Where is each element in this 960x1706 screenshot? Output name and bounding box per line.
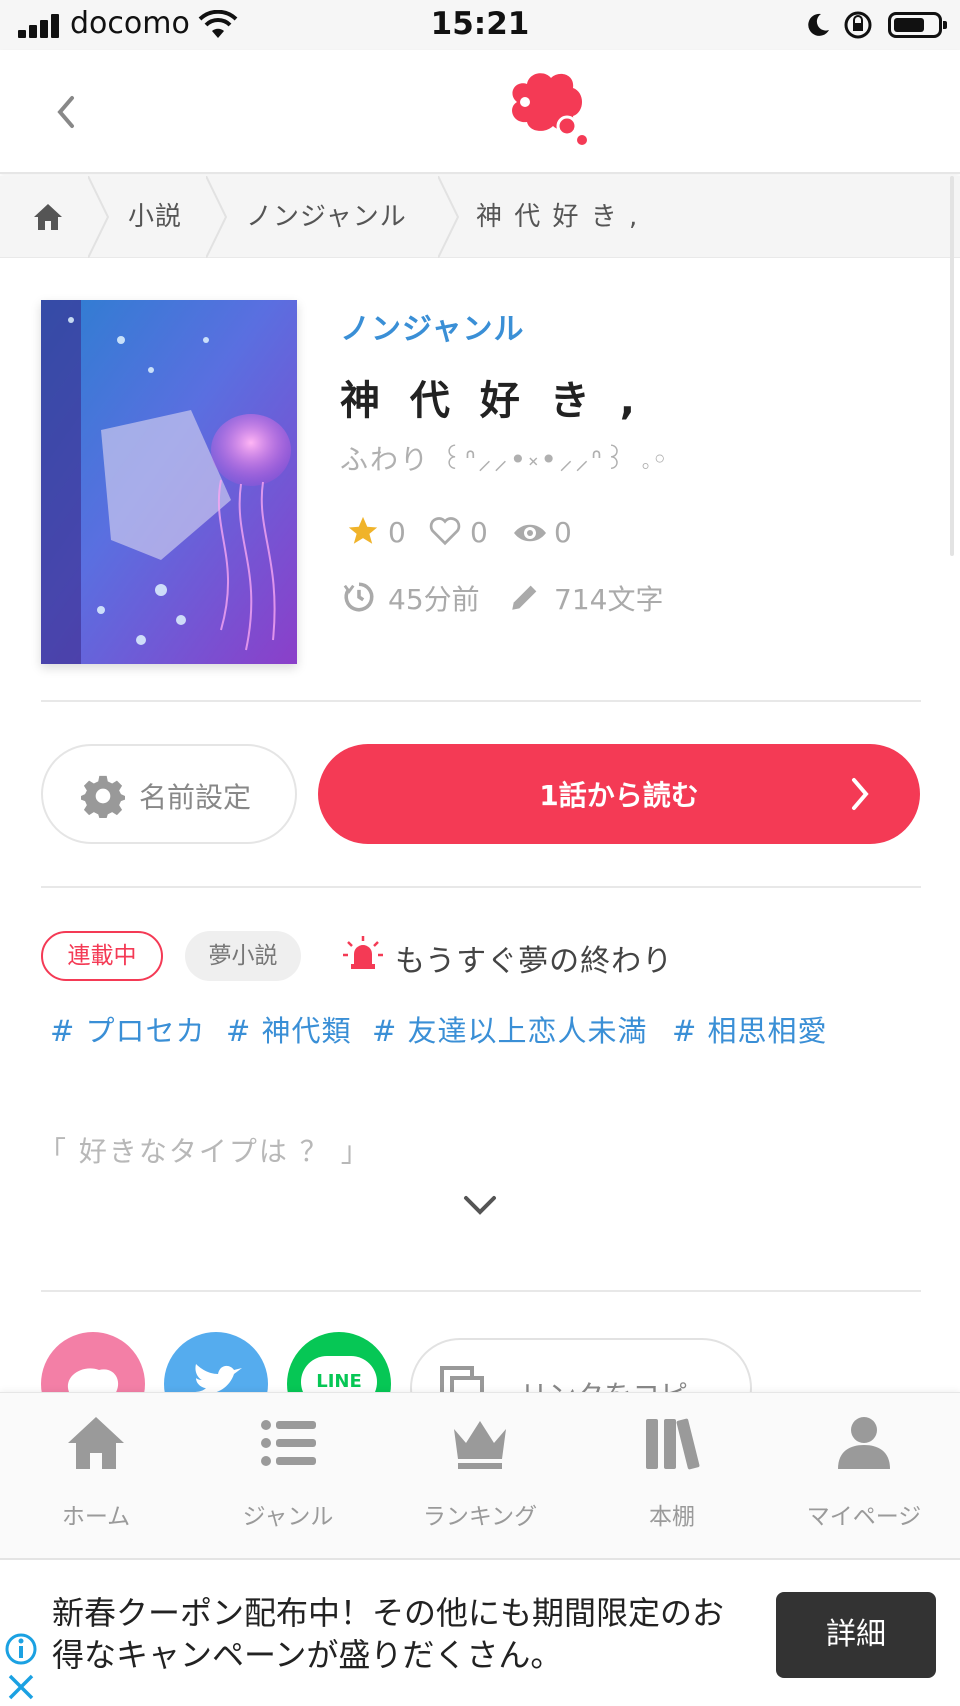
- eye-icon: [514, 524, 546, 542]
- cover-illustration: [41, 300, 297, 664]
- app-header: [0, 50, 960, 174]
- novel-title: 神 代 好 き ,: [340, 378, 643, 424]
- genre-link[interactable]: ノンジャンル: [340, 304, 525, 348]
- star-icon: [348, 516, 378, 544]
- tab-genre[interactable]: ジャンル: [192, 1393, 384, 1559]
- star-count: 0: [388, 516, 406, 549]
- breadcrumb-separator-icon: [438, 176, 460, 258]
- back-button[interactable]: [50, 92, 80, 132]
- breadcrumb-separator-icon: [206, 176, 228, 258]
- chevron-right-icon: [852, 778, 869, 810]
- alert-lamp-icon: [343, 936, 383, 969]
- tab-label: マイページ: [806, 1504, 922, 1530]
- ad-close-icon[interactable]: [6, 1672, 36, 1702]
- tab-mypage[interactable]: マイページ: [768, 1393, 960, 1559]
- tag-link[interactable]: # 神代類: [226, 1008, 352, 1050]
- user-icon: [838, 1417, 890, 1469]
- breadcrumb: 小説 ノンジャンル 神 代 好 き ,: [0, 176, 960, 258]
- read-from-first-label: 1話から読む: [539, 779, 699, 812]
- tab-label: 本棚: [649, 1504, 695, 1530]
- tab-label: ランキング: [422, 1504, 538, 1530]
- divider: [41, 1290, 921, 1292]
- gear-icon: [81, 775, 125, 818]
- ad-details-button[interactable]: 詳細: [776, 1592, 936, 1678]
- breadcrumb-item-current: 神 代 好 き ,: [476, 202, 640, 232]
- breadcrumb-item-novel[interactable]: 小説: [128, 176, 182, 258]
- ad-banner[interactable]: 新春クーポン配布中！その他にも期間限定のお得なキャンペーンが盛りだくさん。 詳細: [0, 1558, 960, 1706]
- pencil-icon: [512, 585, 537, 610]
- description-text: 「 好きなタイプは ？ 」: [38, 1135, 371, 1168]
- crown-icon: [454, 1421, 506, 1469]
- tab-ranking[interactable]: ランキング: [384, 1393, 576, 1559]
- tag-link[interactable]: # プロセカ: [50, 1008, 206, 1050]
- list-icon: [261, 1420, 316, 1466]
- updated-time: 45分前: [388, 583, 480, 616]
- cover-image[interactable]: [41, 300, 297, 664]
- home-icon[interactable]: [32, 202, 64, 232]
- like-count: 0: [470, 516, 488, 549]
- view-count: 0: [554, 516, 572, 549]
- scrollbar[interactable]: [950, 176, 954, 556]
- cloud-logo-icon[interactable]: [505, 68, 589, 148]
- moon-icon: [808, 13, 829, 36]
- tab-home[interactable]: ホーム: [0, 1393, 192, 1559]
- divider: [41, 700, 921, 702]
- tab-label: ホーム: [61, 1504, 131, 1530]
- name-settings-button[interactable]: 名前設定: [41, 744, 297, 844]
- divider: [41, 886, 921, 888]
- heart-icon: [429, 517, 461, 546]
- home-icon: [68, 1417, 124, 1469]
- name-settings-label: 名前設定: [139, 781, 252, 814]
- tab-label: ジャンル: [242, 1504, 334, 1530]
- author-name[interactable]: ふわり ꒰ᐢ⸝⸝•༝•⸝⸝ᐢ꒱ ｡◦: [340, 428, 670, 507]
- tag-link[interactable]: # 友達以上恋人未満: [372, 1008, 648, 1050]
- char-count: 714文字: [554, 583, 664, 616]
- breadcrumb-separator-icon: [88, 176, 110, 258]
- tag-link[interactable]: # 相思相愛: [672, 1008, 828, 1050]
- rotation-lock-icon: [844, 11, 872, 39]
- bottom-tab-bar: ホーム ジャンル ランキング 本棚 マイページ: [0, 1392, 960, 1558]
- tab-bookshelf[interactable]: 本棚: [576, 1393, 768, 1559]
- battery-icon: [888, 12, 947, 38]
- expand-chevron-icon[interactable]: [462, 1194, 498, 1218]
- ad-info-icon[interactable]: [4, 1632, 38, 1666]
- serial-badge: 連載中: [41, 931, 163, 981]
- status-text: もうすぐ夢の終わり: [395, 944, 674, 979]
- status-bar: docomo 15:21: [0, 0, 960, 50]
- bookshelf-icon: [646, 1418, 700, 1470]
- chevron-left-icon: [57, 96, 74, 128]
- read-from-first-button[interactable]: 1話から読む: [318, 744, 920, 844]
- history-icon: [343, 582, 374, 612]
- dream-novel-badge: 夢小説: [185, 931, 301, 981]
- ad-text: 新春クーポン配布中！その他にも期間限定のお得なキャンペーンが盛りだくさん。: [52, 1594, 725, 1674]
- breadcrumb-item-genre[interactable]: ノンジャンル: [246, 176, 407, 258]
